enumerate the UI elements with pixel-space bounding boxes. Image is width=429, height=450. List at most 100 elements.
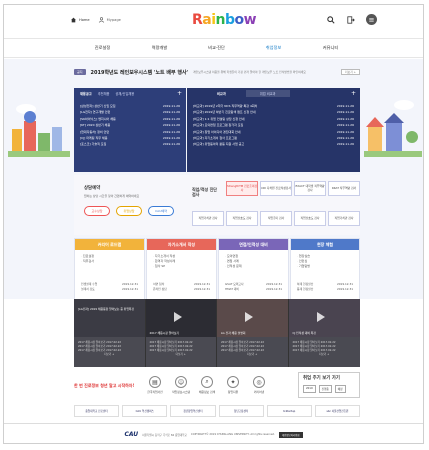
cau-reserve-button[interactable]: CAU예약 xyxy=(148,206,174,216)
program-board-tabs: 비교과 취업 비교과 xyxy=(187,88,360,99)
nav-item-competency[interactable]: 역량개발 xyxy=(131,39,188,57)
partner-logo[interactable]: K-Startup xyxy=(266,405,312,417)
video-title: CJ 인적성 대비 특강 xyxy=(292,330,316,335)
globe-icon: ◎ xyxy=(253,376,265,388)
aptitude-item[interactable]: 직업흥미 검사 xyxy=(260,211,292,226)
main-banner: 공지 2019학년도 레인보우시스템 '노트 배부 행사' 레인보우시스템 이용… xyxy=(4,59,423,333)
video-strip: [LG전자] 2019 채용동향 알아보는 중 취업특강 2017 채용시장 알… xyxy=(74,299,360,367)
mypage-label: Mypage xyxy=(106,18,121,22)
search-icon: ⌕ xyxy=(201,376,213,388)
main-nav: 진로설정 역량개발 비교·진단 취업정보 커뮤니티 xyxy=(4,38,423,58)
logo-letter: w xyxy=(243,12,257,28)
list-item[interactable]: [포스코] 기술직 모집 2019.11.26 xyxy=(80,141,180,147)
card-row[interactable]: 온라인 상담 2019.12.31 xyxy=(147,287,216,292)
quick-link[interactable]: ☺ 직업정보시스템 xyxy=(168,376,194,394)
tab-job-extracurricular[interactable]: 취업 비교과 xyxy=(245,90,290,97)
city-illustration-right xyxy=(364,100,422,157)
rainbow-logo[interactable]: Rainbow xyxy=(192,12,257,28)
tab-public[interactable]: 공채/신입채용 xyxy=(115,91,134,96)
aptitude-item[interactable]: StrengthTM 진로흥미검사 xyxy=(226,181,258,196)
job-consult-button[interactable]: 취업상담 xyxy=(116,206,142,216)
privacy-policy-button[interactable]: 개인정보처리방침 xyxy=(278,431,303,438)
partner-logo[interactable]: CAU 혁신캠퍼스 xyxy=(122,405,168,417)
nav-item-community[interactable]: 커뮤니티 xyxy=(302,39,359,57)
job-tag[interactable]: 2019 xyxy=(303,385,316,393)
quick-links-row: 한 번 진로정보 청년 알고 시작하자! ▤ 한국직업사전 ☺ 직업정보시스템 ⌕ 채… xyxy=(74,370,360,400)
aptitude-item[interactable]: 직업선호도 검사 xyxy=(226,211,258,226)
card-row[interactable]: 설계서 검토 2019.12.31 xyxy=(75,287,144,292)
logout-icon[interactable] xyxy=(346,15,356,25)
job-schedule-title: 취업 주기 보기 가기 xyxy=(303,376,340,381)
video-more-link[interactable]: 더보기 + xyxy=(293,353,357,357)
video-thumbnail[interactable]: LG 전자 채용 설명회 xyxy=(217,299,288,337)
card-title[interactable]: 현장 체험 xyxy=(291,239,359,250)
job-schedule-box[interactable]: 취업 주기 보기 가기 2019 진행중 예정 xyxy=(298,372,360,398)
aptitude-item[interactable]: 직업가치관 검사 xyxy=(192,211,224,226)
footer-logo: CAU xyxy=(124,431,139,438)
plus-icon[interactable]: + xyxy=(351,90,356,97)
aptitude-item[interactable]: 직업선호도 검사 xyxy=(294,211,326,226)
video-more-link[interactable]: 더보기 + xyxy=(78,353,141,357)
city-illustration-left xyxy=(8,104,70,157)
card-row[interactable]: HMAT 대비 2019.12.31 xyxy=(219,287,288,292)
card-link[interactable]: 첨삭 SP xyxy=(153,264,210,269)
partner-logo[interactable]: 청년창업혁신센터 xyxy=(170,405,216,417)
job-board-tabs: 채용공고 추천채용 공채/신입채용 xyxy=(74,88,186,99)
professor-consult-button[interactable]: 교수상담 xyxy=(84,206,110,216)
partner-logo[interactable]: 청년고용센터 xyxy=(218,405,264,417)
card-row[interactable]: 동계 현장실습 2019.12.31 xyxy=(291,287,359,292)
search-icon[interactable] xyxy=(326,15,336,25)
tab-extracurricular[interactable]: 비교과 xyxy=(217,91,226,96)
video-more-link[interactable]: 더보기 + xyxy=(221,353,284,357)
partner-logo[interactable]: sbc 서울산업진흥원 xyxy=(314,405,361,417)
mypage-link[interactable]: Mypage xyxy=(98,17,121,23)
card-link[interactable]: 기업탐방 xyxy=(297,264,353,269)
quick-link[interactable]: ✦ 창업지원 xyxy=(220,376,246,394)
video-card[interactable]: 2017 채용시장 알아보기 2017 채용시장 알아보기 2017.02.22… xyxy=(145,299,217,367)
nav-item-jobinfo[interactable]: 취업정보 xyxy=(245,39,302,57)
lightbulb-icon: ✦ xyxy=(227,376,239,388)
quick-link[interactable]: ⌕ 채용정보 검색 xyxy=(194,376,220,394)
play-icon[interactable] xyxy=(245,312,253,322)
video-card[interactable]: [LG전자] 2019 채용동향 알아보는 중 취업특강 2017 채용시장 알… xyxy=(74,299,146,367)
nav-item-diagnosis[interactable]: 비교·진단 xyxy=(188,39,245,57)
card-link[interactable]: 직무검사 xyxy=(81,259,138,264)
play-icon[interactable] xyxy=(316,312,325,322)
notice-more-button[interactable]: 더보기 + xyxy=(341,69,360,75)
play-icon[interactable] xyxy=(173,312,182,322)
aptitude-item[interactable]: EXACT 대학생 직무역량검사 xyxy=(294,181,326,196)
program-board: 비교과 취업 비교과 + [비교과] 2019년 2학기 NCS 직무역량 특강… xyxy=(187,88,360,172)
plus-icon[interactable]: + xyxy=(177,90,182,97)
job-tag[interactable]: 예정 xyxy=(334,385,346,393)
card-links: 자기소개서 작성 합격자 작성사례 첨삭 SP xyxy=(147,250,216,273)
nav-item-career[interactable]: 진로설정 xyxy=(74,39,131,57)
quick-link[interactable]: ▤ 한국직업사전 xyxy=(142,376,168,394)
video-more-link[interactable]: 더보기 + xyxy=(150,353,213,357)
video-card[interactable]: LG 전자 채용 설명회 2017 채용시장 알아보기 2017.02.22 2… xyxy=(217,299,289,367)
card-title[interactable]: 면접/인적성 대비 xyxy=(219,239,288,250)
video-thumbnail[interactable]: [LG전자] 2019 채용동향 알아보는 중 취업특강 xyxy=(74,299,145,337)
menu-icon[interactable]: ≡ xyxy=(366,14,377,25)
card-link[interactable]: 인적성 문제 xyxy=(225,264,282,269)
partner-logo[interactable]: 중앙대학교 진로센터 xyxy=(74,405,120,417)
card-title[interactable]: 커리어 로드맵 xyxy=(75,239,144,250)
home-link[interactable]: Home xyxy=(70,17,90,23)
card-links: 현장실습 인턴십 기업탐방 xyxy=(291,250,359,273)
aptitude-item[interactable]: KRAT 직무역량 검사 xyxy=(328,181,360,196)
card-title[interactable]: 자기소개서 작성 xyxy=(147,239,216,250)
aptitude-item[interactable]: CDI 다차원 진로적성검사 xyxy=(260,181,292,196)
video-thumbnail[interactable]: 2017 채용시장 알아보기 xyxy=(145,299,216,337)
aptitude-item[interactable]: 직업가치관 검사 xyxy=(328,211,360,226)
tab-recommended[interactable]: 추천채용 xyxy=(98,91,110,96)
home-label: Home xyxy=(79,18,90,22)
job-tag[interactable]: 진행중 xyxy=(318,385,332,393)
video-thumbnail[interactable]: CJ 인적성 대비 특강 xyxy=(288,299,360,337)
home-icon xyxy=(71,17,76,23)
tab-job-posting[interactable]: 채용공고 xyxy=(80,91,92,96)
video-card[interactable]: CJ 인적성 대비 특강 2017 채용시장 알아보기 2017.02.22 2… xyxy=(288,299,360,367)
partner-logos: 중앙대학교 진로센터 CAU 혁신캠퍼스 청년창업혁신센터 청년고용센터 K-S… xyxy=(74,405,361,417)
notice-title[interactable]: 2019학년도 레인보우시스템 '노트 배부 행사' xyxy=(91,69,189,76)
quick-link[interactable]: ◎ 커리어넷 xyxy=(246,376,272,394)
promo-text[interactable]: 한 번 진로정보 청년 알고 시작하자! xyxy=(74,383,142,388)
list-item[interactable]: [비교과] 취업동아리 활동 지원 사업 공고 2019.11.26 xyxy=(193,141,354,147)
